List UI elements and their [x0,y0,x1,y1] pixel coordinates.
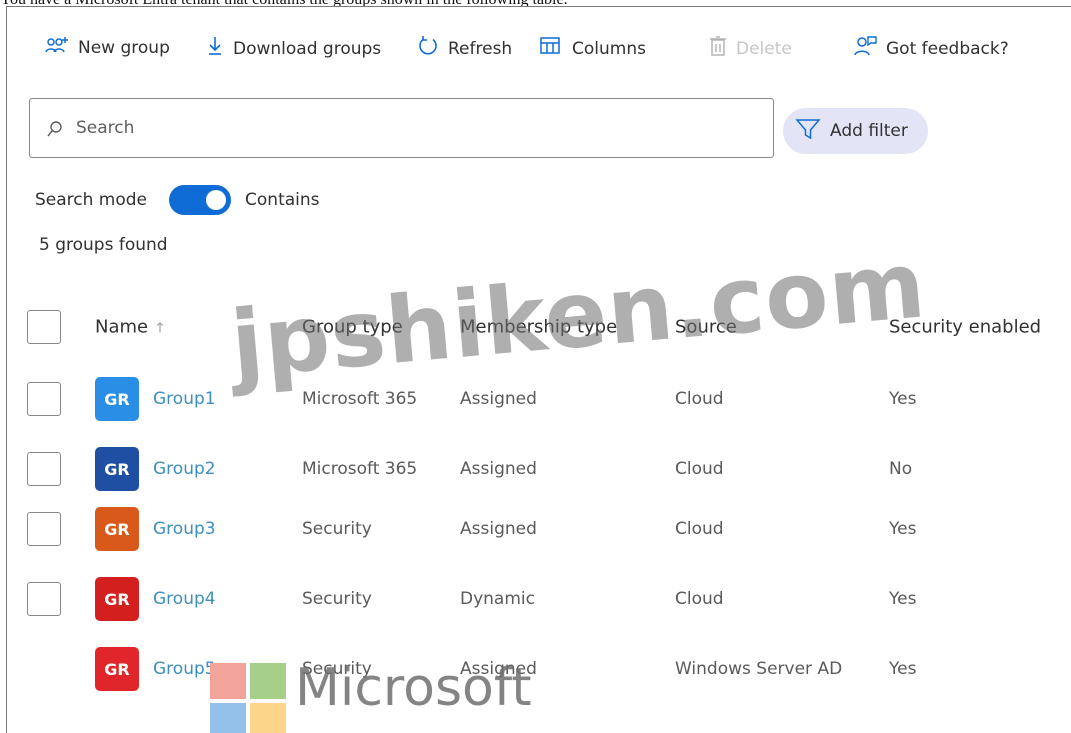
group-type-cell: Microsoft 365 [302,459,418,479]
toggle-knob [206,190,227,210]
table-row[interactable]: GR Group4 Security Dynamic Cloud Yes [7,571,1071,627]
table-row[interactable]: GR Group5 Security Assigned Windows Server A… [7,641,1071,697]
search-mode-value: Contains [245,190,320,210]
group-avatar: GR [95,507,139,551]
group-avatar: GR [95,447,139,491]
security-enabled-cell: Yes [889,519,917,539]
new-group-button[interactable]: New group [45,35,170,60]
table-row[interactable]: GR Group3 Security Assigned Cloud Yes [7,501,1071,557]
table-row[interactable]: GR Group1 Microsoft 365 Assigned Cloud Yes [7,371,1071,427]
group-type-cell: Security [302,519,372,539]
select-all-checkbox[interactable] [27,310,61,344]
header-name[interactable]: Name ↑ [95,317,166,338]
delete-button[interactable]: Delete [709,35,792,62]
group-avatar: GR [95,647,139,691]
group-name-link[interactable]: Group4 [153,589,216,609]
search-mode: Search mode Contains [35,185,320,215]
header-name-label: Name [95,316,149,338]
header-membership-type[interactable]: Membership type [460,317,617,338]
membership-type-cell: Assigned [460,519,537,539]
add-filter-label: Add filter [830,121,908,141]
row-checkbox[interactable] [27,512,61,546]
feedback-icon [853,35,877,62]
source-cell: Cloud [675,589,724,609]
security-enabled-cell: Yes [889,659,917,679]
refresh-icon [417,35,439,62]
results-count: 5 groups found [39,235,168,255]
group-type-cell: Security [302,589,372,609]
group-name-link[interactable]: Group3 [153,519,216,539]
refresh-label: Refresh [448,38,513,59]
search-input[interactable] [76,113,756,143]
search-box [29,98,774,158]
table-row[interactable]: GR Group2 Microsoft 365 Assigned Cloud No [7,441,1071,497]
security-enabled-cell: No [889,459,913,479]
group-type-cell: Security [302,659,372,679]
search-mode-label: Search mode [35,190,148,210]
security-enabled-cell: Yes [889,589,917,609]
download-groups-label: Download groups [233,38,382,59]
delete-label: Delete [736,38,792,59]
columns-button[interactable]: Columns [539,35,646,62]
group-name-link[interactable]: Group5 [153,659,216,679]
header-source[interactable]: Source [675,317,737,338]
row-checkbox[interactable] [27,582,61,616]
group-type-cell: Microsoft 365 [302,389,418,409]
source-cell: Windows Server AD [675,659,843,679]
trash-icon [709,35,727,62]
header-security-enabled[interactable]: Security enabled [889,317,1041,338]
sort-ascending-icon: ↑ [154,320,166,337]
columns-icon [539,35,563,62]
download-icon [206,35,224,62]
row-checkbox[interactable] [27,382,61,416]
source-cell: Cloud [675,389,724,409]
new-group-label: New group [78,37,170,58]
security-enabled-cell: Yes [889,389,917,409]
filter-icon [795,117,821,146]
download-groups-button[interactable]: Download groups [206,35,381,62]
group-name-link[interactable]: Group1 [153,389,216,409]
add-filter-button[interactable]: Add filter [783,108,928,154]
feedback-label: Got feedback? [886,38,1009,59]
header-group-type[interactable]: Group type [302,317,403,338]
table-header: Name ↑ Group type Membership type Source … [7,299,1071,355]
membership-type-cell: Assigned [460,459,537,479]
membership-type-cell: Assigned [460,389,537,409]
group-avatar: GR [95,377,139,421]
refresh-button[interactable]: Refresh [417,35,512,62]
feedback-button[interactable]: Got feedback? [853,35,1009,62]
groups-panel: New group Download groups Refresh Column… [6,6,1071,733]
membership-type-cell: Assigned [460,659,537,679]
row-checkbox[interactable] [27,452,61,486]
source-cell: Cloud [675,459,724,479]
columns-label: Columns [572,38,646,59]
group-avatar: GR [95,577,139,621]
new-group-icon [45,35,69,60]
membership-type-cell: Dynamic [460,589,535,609]
command-bar: New group Download groups Refresh Column… [7,7,1071,87]
source-cell: Cloud [675,519,724,539]
group-name-link[interactable]: Group2 [153,459,216,479]
search-mode-toggle[interactable] [169,185,232,215]
